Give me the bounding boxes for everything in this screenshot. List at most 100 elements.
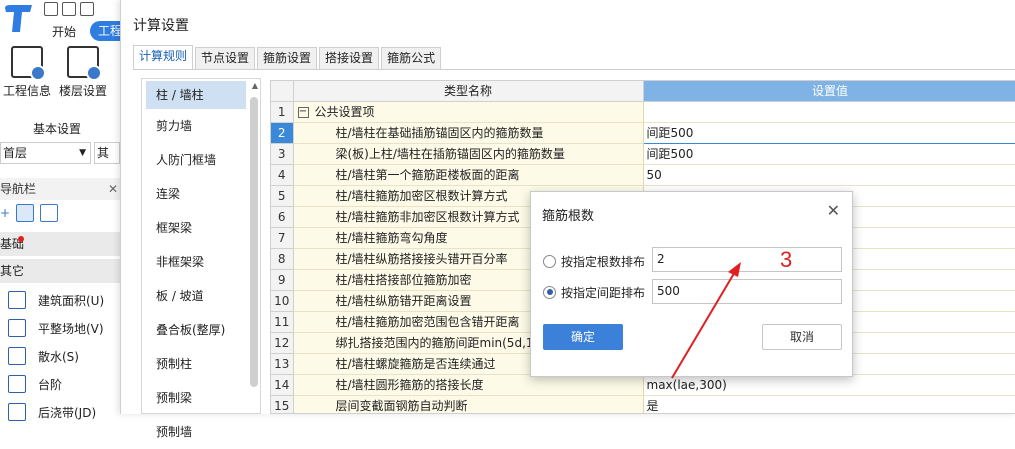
row-setting-value[interactable]: 间距500 [642,121,1015,144]
row-setting-value[interactable]: 间距500 [643,143,1015,165]
list-view-icon[interactable] [16,204,35,222]
row-type-name: 柱/墙柱第一个箍筋距楼板面的距离 [293,164,644,186]
row-number: 7 [271,227,294,249]
tab-calc-rules[interactable]: 计算规则 [133,45,194,69]
row-name-text: 公共设置项 [314,105,375,119]
project-info-icon [11,46,46,81]
nav-item-label: 平整场地(V) [38,321,104,336]
stirrup-count-dialog: 箍筋根数 ✕ 按指定根数排布 2 按指定间距排布 500 确定 取消 [530,191,853,377]
site-leveling-icon [8,319,26,337]
detail-view-icon[interactable] [40,204,59,222]
row-type-name: 柱/墙柱在基础插筋锚固区内的箍筋数量 [293,122,644,144]
category-list: ▲ 柱 / 墙柱 剪力墙 人防门框墙 连梁 框架梁 非框架梁板 / 坡道 叠合板(整厚) 预制… [141,78,261,439]
table-row[interactable]: 15 层间变截面钢筋自动判断 是 [271,395,1015,413]
nav-category-other[interactable]: 其它 [0,259,120,283]
category-item[interactable]: 剪力墙 [142,109,260,143]
row-name-text: 层间变截面钢筋自动判断 [335,399,468,413]
nav-item-building-area[interactable]: 建筑面积(U) [8,287,104,313]
row-number: 3 [271,143,294,165]
tab-lap-settings[interactable]: 搭接设置 [319,47,380,69]
dialog-title: 计算设置 [133,18,189,34]
close-icon[interactable]: ✕ [108,178,118,200]
category-item[interactable]: 人防门框墙 [142,143,260,177]
row-number: 13 [271,353,294,375]
new-file-icon[interactable] [44,2,58,16]
tab-engineering[interactable]: 工程 [90,21,124,41]
table-row[interactable]: 14 柱/墙柱圆形箍筋的搭接长度 max(lae,300) [271,374,1015,396]
row-number: 11 [271,311,294,333]
nav-panel-title: 导航栏 ✕ [0,178,120,200]
nav-item-label: 后浇带(JD) [38,405,97,420]
category-item[interactable]: 柱 / 墙柱 [146,81,246,109]
floor-select[interactable]: 首层 ▼ [0,142,91,164]
collapse-icon[interactable]: − [297,107,309,118]
row-name-text: 柱/墙柱箍筋弯勾角度 [335,231,448,245]
category-item[interactable]: 连梁 [142,177,260,211]
close-icon[interactable]: ✕ [827,201,840,220]
chevron-down-icon: ▼ [79,148,86,158]
row-type-name: 梁(板)上柱/墙柱在插筋锚固区内的箍筋数量 [293,143,644,165]
app-background-panel: 开始 工程 工程信息 楼层设置 基本设置 首层 ▼ 其它 导航栏 ✕ + 基础 … [0,0,124,421]
ok-button[interactable]: 确定 [543,324,623,350]
category-item[interactable]: 预制柱 [142,347,260,381]
tab-start[interactable]: 开始 [52,23,76,40]
row-setting-value[interactable]: 50 [643,164,1015,186]
annotation-number: 3 [780,247,793,272]
dialog-title: 箍筋根数 [542,209,595,224]
option-by-count[interactable]: 按指定根数排布 [543,250,645,272]
row-name-text: 柱/墙柱箍筋加密范围包含错开距离 [335,315,520,329]
floor-settings-button[interactable]: 楼层设置 [56,46,110,99]
radio-by-count[interactable] [543,254,556,268]
nav-category-foundation[interactable]: 基础 [0,232,120,256]
tab-stirrup-settings[interactable]: 箍筋设置 [257,47,318,69]
option-by-spacing[interactable]: 按指定间距排布 [543,281,645,303]
scroll-up-icon[interactable]: ▲ [252,81,258,90]
cancel-button[interactable]: 取消 [762,324,842,350]
category-item[interactable]: 预制墙 [142,415,260,449]
category-item[interactable]: 预制梁 [142,381,260,415]
nav-item-post-pour-strip[interactable]: 后浇带(JD) [8,399,96,425]
row-type-name: 层间变截面钢筋自动判断 [293,395,644,413]
nav-item-site-leveling[interactable]: 平整场地(V) [8,315,104,341]
table-row[interactable]: 3 梁(板)上柱/墙柱在插筋锚固区内的箍筋数量 间距500 [271,143,1015,165]
save-file-icon[interactable] [80,2,94,16]
count-input[interactable]: 2 [652,247,842,272]
row-number: 2 [271,122,294,144]
floor-settings-label: 楼层设置 [58,84,107,98]
row-setting-value[interactable]: max(lae,300) [643,374,1015,396]
row-name-text: 柱/墙柱螺旋箍筋是否连续通过 [335,357,496,371]
quick-access-toolbar [44,2,94,16]
open-file-icon[interactable] [62,2,76,16]
category-item[interactable]: 叠合板(整厚) [142,313,260,347]
category-item[interactable]: 板 / 坡道 [142,279,260,313]
row-name-text: 梁(板)上柱/墙柱在插筋锚固区内的箍筋数量 [335,147,565,161]
row-setting-value[interactable]: 是 [643,395,1015,413]
project-info-button[interactable]: 工程信息 [0,46,54,99]
row-name-text: 柱/墙柱箍筋非加密区根数计算方式 [335,210,520,224]
component-type-select[interactable]: 其它 [94,142,120,164]
row-name-text: 柱/墙柱纵筋搭接接头错开百分率 [335,252,508,266]
category-item[interactable]: 非框架梁 [142,245,260,279]
radio-by-spacing[interactable] [543,285,556,299]
table-row[interactable]: 4 柱/墙柱第一个箍筋距楼板面的距离 50 [271,164,1015,186]
spacing-input[interactable]: 500 [652,279,842,304]
tab-node-settings[interactable]: 节点设置 [195,47,256,69]
row-number: 1 [271,101,294,123]
category-scrollbar[interactable] [250,97,258,387]
row-name-text: 柱/墙柱搭接部位箍筋加密 [335,273,472,287]
nav-item-apron[interactable]: 散水(S) [8,343,79,369]
table-row[interactable]: 2 柱/墙柱在基础插筋锚固区内的箍筋数量 间距500 [271,121,1015,144]
add-icon[interactable]: + [0,206,10,220]
grid-header-row: 类型名称 设置值 [271,81,1015,102]
row-number: 12 [271,332,294,354]
table-row[interactable]: 1− 公共设置项 [271,101,1015,123]
tab-stirrup-formula[interactable]: 箍筋公式 [381,47,442,69]
nav-item-label: 建筑面积(U) [38,293,105,308]
row-name-text: 绑扎搭接范围内的箍筋间距min(5d,100) [335,336,554,350]
steps-icon [8,375,26,393]
building-area-icon [8,291,26,309]
row-setting-value[interactable] [643,101,1015,123]
category-item[interactable]: 框架梁 [142,211,260,245]
nav-toolbar: + [0,204,59,222]
nav-item-steps[interactable]: 台阶 [8,371,62,397]
